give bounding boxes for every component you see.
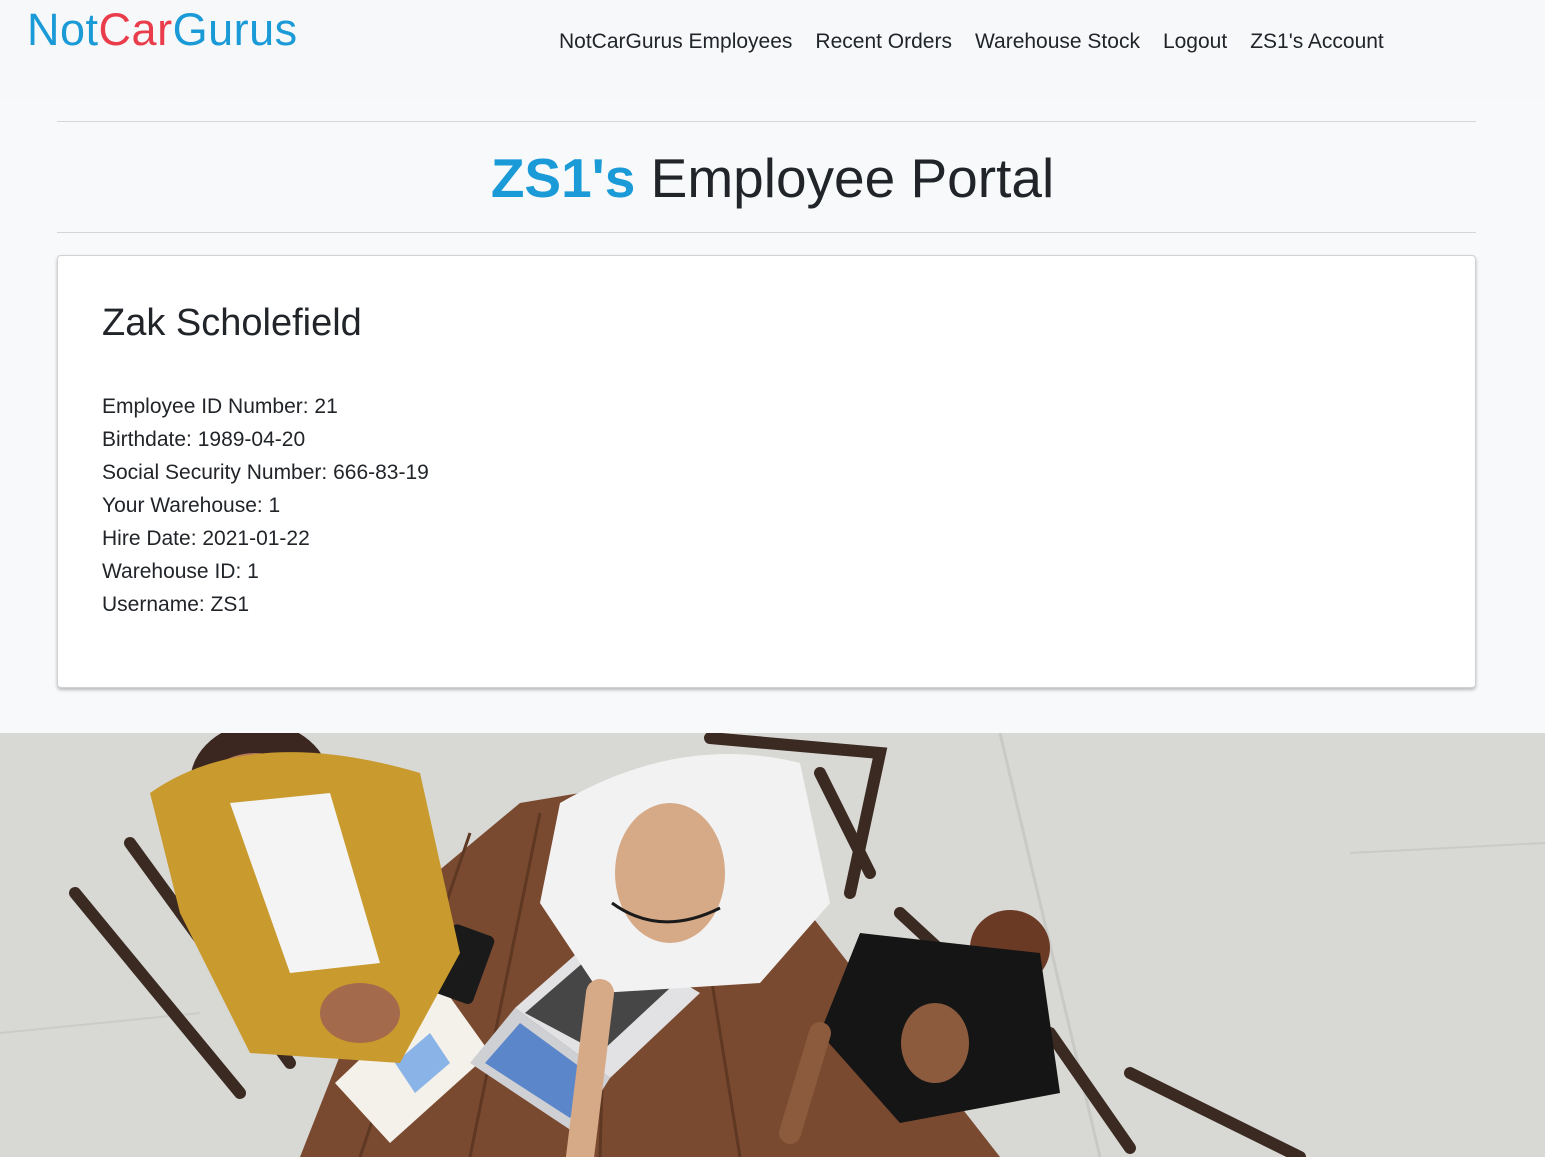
logo-word-car: Car [98, 4, 173, 55]
page-title: ZS1's Employee Portal [0, 146, 1545, 210]
navbar: NotCarGurus NotCarGurus Employees Recent… [0, 0, 1545, 98]
team-photo-illustration [0, 733, 1545, 1157]
field-your-warehouse: Your Warehouse: 1 [102, 494, 281, 517]
logo-letter: N [27, 4, 60, 55]
nav-link-employees[interactable]: NotCarGurus Employees [559, 29, 792, 55]
nav-links: NotCarGurus Employees Recent Orders Ware… [559, 29, 1407, 55]
brand-logo[interactable]: NotCarGurus [27, 6, 298, 54]
page-title-text: Employee Portal [635, 147, 1055, 209]
team-photo [0, 733, 1545, 1157]
logo-letter: o [60, 4, 86, 55]
page-title-username: ZS1's [490, 147, 636, 209]
employee-name: Zak Scholefield [102, 302, 362, 344]
nav-link-logout[interactable]: Logout [1163, 29, 1227, 55]
field-hire-date: Hire Date: 2021-01-22 [102, 527, 310, 550]
field-birthdate: Birthdate: 1989-04-20 [102, 428, 306, 451]
nav-link-recent-orders[interactable]: Recent Orders [815, 29, 952, 55]
field-ssn: Social Security Number: 666-83-19 [102, 461, 429, 484]
divider-bottom [57, 232, 1476, 233]
field-employee-id: Employee ID Number: 21 [102, 395, 338, 418]
logo-letter: t [85, 4, 99, 55]
logo-word-gurus: Gurus [172, 4, 298, 55]
field-username: Username: ZS1 [102, 593, 250, 616]
divider-top [57, 121, 1476, 122]
field-warehouse-id: Warehouse ID: 1 [102, 560, 259, 583]
nav-link-account[interactable]: ZS1's Account [1250, 29, 1384, 55]
nav-link-warehouse-stock[interactable]: Warehouse Stock [975, 29, 1140, 55]
profile-card: Zak Scholefield Employee ID Number: 21 B… [57, 255, 1476, 688]
